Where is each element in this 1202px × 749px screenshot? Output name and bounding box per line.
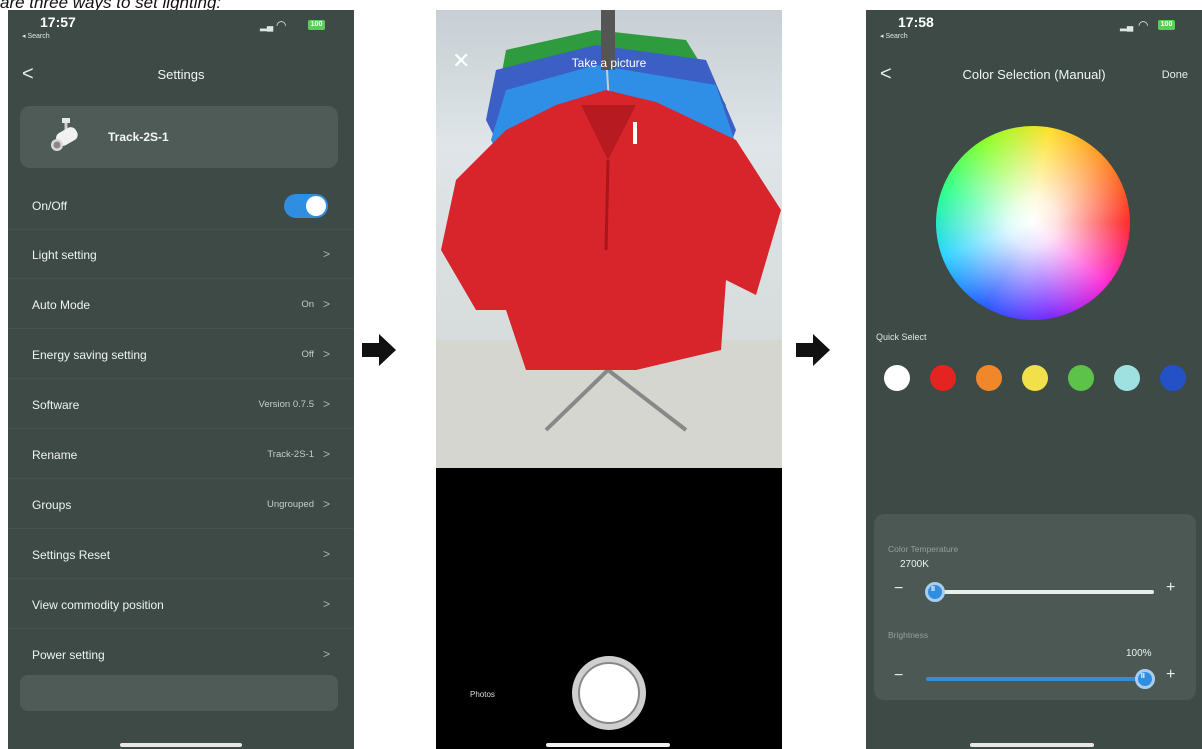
shutter-button[interactable] xyxy=(572,656,646,730)
color-temperature-thumb[interactable] xyxy=(925,582,946,602)
back-to-search-link[interactable]: ◂ Search xyxy=(880,32,908,40)
back-to-search-link[interactable]: ◂ Search xyxy=(22,32,50,40)
brightness-decrease-button[interactable]: − xyxy=(894,667,903,685)
status-time: 17:58 xyxy=(898,14,934,30)
home-indicator[interactable] xyxy=(546,743,670,747)
photos-button[interactable]: Photos xyxy=(470,690,495,699)
row-value: Track-2S-1 xyxy=(267,449,314,460)
row-label: Energy saving setting xyxy=(32,348,147,362)
settings-row-groups[interactable]: Groups Ungrouped > xyxy=(8,480,354,529)
color-swatch[interactable] xyxy=(1160,365,1186,391)
row-label: Auto Mode xyxy=(32,298,91,312)
settings-row-rename[interactable]: Rename Track-2S-1 > xyxy=(8,430,354,479)
row-label: Power setting xyxy=(32,648,105,662)
battery-icon: 100 xyxy=(1158,20,1175,30)
row-value: On xyxy=(301,299,314,310)
chevron-right-icon: > xyxy=(322,297,330,311)
color-temperature-track[interactable] xyxy=(926,590,1154,594)
color-temperature-decrease-button[interactable]: − xyxy=(894,580,903,598)
device-name: Track-2S-1 xyxy=(108,130,169,144)
settings-screen: 17:57 ◂ Search ▂▄ ◠ 100 < Settings Track… xyxy=(8,10,354,749)
bottom-card xyxy=(20,675,338,711)
settings-row-power[interactable]: Power setting > xyxy=(8,630,354,679)
color-wheel-center xyxy=(936,126,1130,320)
settings-row-energy-saving[interactable]: Energy saving setting Off > xyxy=(8,330,354,379)
wifi-icon: ◠ xyxy=(276,18,287,32)
camera-preview-image: ✕ Take a picture xyxy=(436,10,782,468)
chevron-right-icon: > xyxy=(322,547,330,561)
shutter-inner xyxy=(578,662,640,724)
row-value: Ungrouped xyxy=(266,499,314,510)
row-value: Version 0.7.5 xyxy=(258,399,314,410)
color-swatch[interactable] xyxy=(976,365,1002,391)
page-title: Color Selection (Manual) xyxy=(962,67,1106,82)
device-card[interactable]: Track-2S-1 xyxy=(20,106,338,168)
signal-icon: ▂▄ xyxy=(1120,21,1134,31)
battery-icon: 100 xyxy=(308,20,325,30)
row-label: Light setting xyxy=(32,248,97,262)
color-temperature-label: Color Temperature xyxy=(888,544,959,554)
settings-row-commodity-position[interactable]: View commodity position > xyxy=(8,580,354,629)
home-indicator[interactable] xyxy=(970,743,1094,747)
chevron-right-icon: > xyxy=(322,247,330,261)
chevron-right-icon: > xyxy=(322,597,330,611)
page-title: Settings xyxy=(157,67,205,82)
slider-card: Color Temperature 2700K − + Brightness 1… xyxy=(874,514,1196,700)
row-label: Rename xyxy=(32,448,78,462)
camera-screen: ✕ Take a picture Photos xyxy=(436,10,782,749)
toggle-knob xyxy=(306,196,326,216)
color-swatch[interactable] xyxy=(884,365,910,391)
onoff-label: On/Off xyxy=(32,199,68,213)
quick-select-label: Quick Select xyxy=(876,332,927,342)
page-title: Take a picture xyxy=(571,56,647,70)
row-label: Software xyxy=(32,398,80,412)
brightness-value: 100% xyxy=(1126,648,1152,659)
status-bar: 17:58 ◂ Search ▂▄ ◠ 100 xyxy=(866,10,1202,44)
settings-row-reset[interactable]: Settings Reset > xyxy=(8,530,354,579)
row-label: Groups xyxy=(32,498,72,512)
track-light-icon xyxy=(51,118,78,151)
color-temperature-value: 2700K xyxy=(900,559,929,570)
status-time: 17:57 xyxy=(40,14,76,30)
brightness-label: Brightness xyxy=(888,630,929,640)
power-toggle[interactable] xyxy=(284,194,328,218)
home-indicator[interactable] xyxy=(120,743,242,747)
brightness-track[interactable] xyxy=(926,677,1154,681)
color-swatch[interactable] xyxy=(1068,365,1094,391)
color-wheel[interactable] xyxy=(936,126,1130,320)
chevron-right-icon: > xyxy=(322,447,330,461)
brightness-thumb[interactable] xyxy=(1134,669,1155,689)
status-bar: 17:57 ◂ Search ▂▄ ◠ 100 xyxy=(8,10,354,44)
wifi-icon: ◠ xyxy=(1138,18,1149,32)
color-swatch[interactable] xyxy=(930,365,956,391)
color-swatch[interactable] xyxy=(1022,365,1048,391)
shirts-photo xyxy=(436,10,782,468)
color-selection-screen: 17:58 ◂ Search ▂▄ ◠ 100 < Color Selectio… xyxy=(866,10,1202,749)
chevron-right-icon: > xyxy=(322,347,330,361)
row-label: View commodity position xyxy=(32,598,164,612)
color-swatch[interactable] xyxy=(1114,365,1140,391)
settings-row-auto-mode[interactable]: Auto Mode On > xyxy=(8,280,354,329)
settings-row-light-setting[interactable]: Light setting > xyxy=(8,230,354,279)
signal-icon: ▂▄ xyxy=(260,21,274,31)
chevron-right-icon: > xyxy=(322,397,330,411)
onoff-row: On/Off xyxy=(8,181,354,230)
color-temperature-increase-button[interactable]: + xyxy=(1166,579,1175,597)
chevron-right-icon: > xyxy=(322,497,330,511)
arrow-right-icon xyxy=(796,334,830,366)
settings-row-software[interactable]: Software Version 0.7.5 > xyxy=(8,380,354,429)
row-label: Settings Reset xyxy=(32,548,111,562)
arrow-right-icon xyxy=(362,334,396,366)
row-value: Off xyxy=(301,349,315,360)
done-button[interactable]: Done xyxy=(1162,69,1188,81)
brightness-increase-button[interactable]: + xyxy=(1166,666,1175,684)
chevron-right-icon: > xyxy=(322,647,330,661)
